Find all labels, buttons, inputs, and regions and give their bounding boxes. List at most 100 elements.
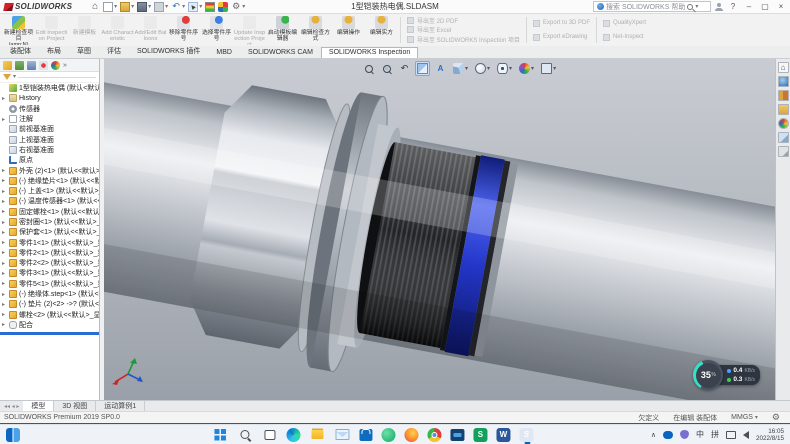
- ime-language-indicator[interactable]: 中: [696, 429, 704, 440]
- hud-button[interactable]: ▾: [451, 61, 470, 76]
- ribbon-button[interactable]: 编辑实方: [365, 15, 398, 45]
- hud-button[interactable]: ▾: [539, 61, 558, 76]
- tree-item[interactable]: 右视基准面: [0, 145, 99, 155]
- mail-icon[interactable]: [334, 427, 350, 443]
- quick-access-button[interactable]: ▾: [171, 2, 185, 12]
- remote-icon[interactable]: [450, 429, 464, 441]
- volume-icon[interactable]: [743, 431, 749, 439]
- tree-item[interactable]: ▸ 配合: [0, 320, 99, 330]
- tree-item[interactable]: ▸ 零件2<1> (默认<<默认>_显示状: [0, 248, 99, 258]
- word-icon[interactable]: [496, 428, 510, 442]
- tree-item[interactable]: 前视基准面: [0, 124, 99, 134]
- tree-item[interactable]: ▸ 零件2<2> (默认<<默认>_显示状: [0, 258, 99, 268]
- view-palette-icon[interactable]: [778, 132, 789, 143]
- feature-manager-tab-icon[interactable]: [3, 61, 12, 70]
- appearances-icon[interactable]: [778, 118, 789, 129]
- export-menu-item[interactable]: QualityXpert: [603, 20, 646, 27]
- start-icon[interactable]: [211, 427, 227, 443]
- tree-item[interactable]: ▸ History: [0, 93, 99, 103]
- tree-item[interactable]: ▸ 螺栓<2> (默认<<默认>_显示状态: [0, 310, 99, 320]
- expand-arrow-icon[interactable]: ▸: [2, 95, 7, 102]
- hud-button[interactable]: [415, 61, 430, 76]
- tray-chevron-icon[interactable]: ∧: [651, 431, 656, 439]
- widgets-icon[interactable]: [6, 428, 20, 442]
- ribbon-button[interactable]: 选择零件序号: [200, 15, 233, 45]
- command-tab[interactable]: 评估: [99, 44, 129, 58]
- command-tab[interactable]: SOLIDWORKS Inspection: [321, 47, 418, 58]
- search-icon[interactable]: [687, 4, 693, 10]
- wps-icon[interactable]: [473, 428, 487, 442]
- property-manager-tab-icon[interactable]: [15, 61, 24, 70]
- ribbon-button[interactable]: 编辑检查方式: [299, 15, 332, 45]
- store-icon[interactable]: [359, 429, 372, 441]
- command-tab[interactable]: 草图: [69, 44, 99, 58]
- performance-monitor-widget[interactable]: 35 % 0.4 KB/s 0.3 KB/s: [693, 360, 760, 390]
- onedrive-icon[interactable]: [663, 431, 673, 439]
- tree-item[interactable]: ▸ 零件1<1> (默认<<默认>_显示状: [0, 237, 99, 247]
- tree-item[interactable]: ▸ 固定螺栓<1> (默认<<默认>_显示: [0, 207, 99, 217]
- design-library-icon[interactable]: [778, 90, 789, 101]
- quick-access-button[interactable]: [218, 2, 228, 12]
- hud-button[interactable]: [361, 61, 376, 76]
- taskbar-clock[interactable]: 16:05 2022/8/15: [756, 428, 784, 442]
- hud-button[interactable]: ▾: [495, 61, 514, 76]
- graphics-viewport[interactable]: ▾ ▾ ▾ ▾ ▾: [104, 59, 775, 400]
- tab-scroll-arrows[interactable]: ◂◂ ◂ ▸: [0, 403, 23, 410]
- tree-item[interactable]: ▸ (-) 绝缘垫片<1> (默认<<默认>_显: [0, 176, 99, 186]
- expand-arrow-icon[interactable]: ▸: [2, 229, 7, 236]
- restore-button[interactable]: ▢: [759, 2, 771, 11]
- expand-arrow-icon[interactable]: ▸: [2, 208, 7, 215]
- tree-item[interactable]: ▸ (-) 上盖<1> (默认<<默认>_显示状: [0, 186, 99, 196]
- tree-item[interactable]: 传感器: [0, 104, 99, 114]
- tree-item[interactable]: ▸ 密封圈<1> (默认<<默认>_显示状: [0, 217, 99, 227]
- resources-icon[interactable]: [778, 76, 789, 87]
- export-menu-item[interactable]: Net-Inspect: [603, 34, 646, 41]
- browser-360-icon[interactable]: [381, 428, 395, 442]
- hud-button[interactable]: [379, 61, 394, 76]
- display-device-icon[interactable]: [726, 431, 736, 439]
- edge-icon[interactable]: [286, 428, 300, 442]
- expand-arrow-icon[interactable]: ▸: [2, 249, 7, 256]
- close-button[interactable]: ×: [775, 2, 787, 11]
- taskview-icon[interactable]: [261, 427, 277, 443]
- security-icon[interactable]: [680, 430, 689, 439]
- ribbon-button[interactable]: 编辑操作: [332, 15, 365, 45]
- ribbon-button[interactable]: Update Inspection Project: [233, 15, 266, 45]
- expand-arrow-icon[interactable]: ▸: [2, 301, 7, 308]
- user-account-icon[interactable]: [715, 3, 723, 11]
- filter-caret-icon[interactable]: ▾: [13, 74, 16, 80]
- ime-mode-indicator[interactable]: 拼: [711, 429, 719, 440]
- configuration-manager-tab-icon[interactable]: [27, 61, 36, 70]
- search-caret-icon[interactable]: ▾: [695, 4, 698, 10]
- display-manager-tab-icon[interactable]: [51, 61, 60, 70]
- hud-button[interactable]: ▾: [517, 61, 536, 76]
- tree-item[interactable]: 1型铠装热电偶 (默认<默认_显示状态-1: [0, 83, 99, 93]
- command-tab[interactable]: SOLIDWORKS 插件: [129, 44, 208, 58]
- file-explorer-icon[interactable]: [778, 104, 789, 115]
- ribbon-button[interactable]: 新建模板: [68, 15, 101, 45]
- expand-arrow-icon[interactable]: ▸: [2, 270, 7, 277]
- quick-access-button[interactable]: ▾: [188, 2, 202, 12]
- expand-arrow-icon[interactable]: ▸: [2, 260, 7, 267]
- more-tabs-icon[interactable]: »: [63, 62, 67, 69]
- hud-button[interactable]: ▾: [473, 61, 492, 76]
- tree-item[interactable]: ▸ 零件5<1> (默认<<默认>_显示状: [0, 279, 99, 289]
- panel-splitter[interactable]: [0, 332, 99, 335]
- expand-arrow-icon[interactable]: ▸: [2, 177, 7, 184]
- filter-input[interactable]: [18, 77, 96, 78]
- expand-arrow-icon[interactable]: ▸: [2, 280, 7, 287]
- expand-arrow-icon[interactable]: ▸: [2, 116, 7, 123]
- tree-item[interactable]: ▸ 零件3<1> (默认<<默认>_显示状: [0, 268, 99, 278]
- command-tab[interactable]: 装配体: [2, 44, 39, 58]
- units-selector[interactable]: MMGS ▾: [731, 414, 758, 421]
- quick-access-button[interactable]: [205, 2, 215, 12]
- hud-button[interactable]: [433, 61, 448, 76]
- ribbon-button[interactable]: Add Characteristic: [101, 15, 134, 45]
- tree-item[interactable]: ▸ 保护套<1> (默认<<默认>_显示状: [0, 227, 99, 237]
- ribbon-button[interactable]: 移除零件序号: [167, 15, 200, 45]
- command-tab[interactable]: MBD: [208, 47, 240, 58]
- expand-arrow-icon[interactable]: ▸: [2, 321, 7, 328]
- quick-access-button[interactable]: ▾: [137, 2, 151, 12]
- tree-item[interactable]: 上视基准面: [0, 134, 99, 144]
- command-tab[interactable]: 布局: [39, 44, 69, 58]
